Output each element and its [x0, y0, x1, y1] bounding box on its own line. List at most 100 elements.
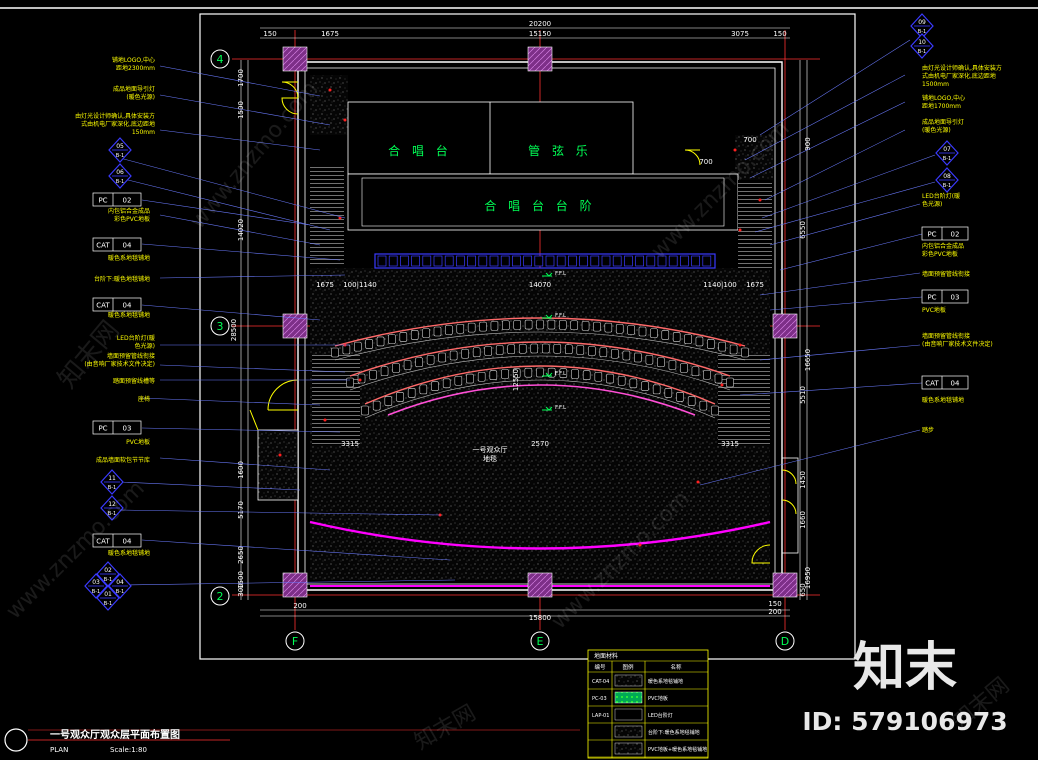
legend-table: 地面材料 编号 图例 名称 CAT-04 暖色系地毯铺地 PC-03 PVC地板 LAP…	[587, 649, 709, 759]
tag-cat-04: CAT 04	[92, 237, 142, 252]
seat	[426, 354, 435, 365]
hall-floor	[310, 268, 770, 580]
seat	[680, 255, 689, 267]
svg-text:PC: PC	[98, 197, 107, 205]
annotation-note: 墙面预留管线衔接	[922, 270, 970, 278]
seat	[518, 344, 527, 354]
svg-text:B-1: B-1	[116, 589, 124, 595]
seat	[467, 322, 476, 333]
seat	[702, 255, 712, 267]
seat	[657, 357, 665, 368]
right-aisle-stairs	[718, 355, 770, 445]
annotation-note: 铺地LOGO,中心距地2300mm	[112, 56, 155, 72]
seat	[342, 344, 351, 355]
seat	[403, 360, 412, 370]
dim-lower-right: 3315	[721, 440, 739, 448]
annotation-note: 踏步	[922, 426, 934, 434]
room-label-hall-sub: 地毯	[483, 454, 497, 463]
seat	[579, 255, 588, 267]
dim-mid-total: 14070	[529, 281, 551, 289]
svg-text:04: 04	[116, 579, 124, 586]
annotation-note: 内包铝合金成品彩色PVC地板	[922, 242, 964, 258]
svg-text:B-1: B-1	[943, 156, 951, 162]
dim-right-vertical: 16650	[804, 349, 812, 371]
tag-pc-03: PC 03	[92, 420, 142, 435]
seat	[601, 255, 611, 267]
seat	[699, 400, 708, 411]
annotation-note: 暖色系地毯铺地	[108, 311, 150, 319]
svg-text:03: 03	[951, 294, 960, 302]
seat	[399, 332, 408, 342]
seat	[622, 350, 631, 361]
annotation-note: 台阶下:暖色地毯铺地	[94, 275, 150, 283]
seat	[634, 352, 642, 363]
svg-text:04: 04	[123, 302, 132, 310]
upper-left-vestibule	[310, 75, 348, 135]
seat	[672, 332, 681, 342]
seat	[472, 347, 481, 358]
seat	[502, 320, 510, 331]
legend-header: 图例	[622, 663, 634, 671]
detail-symbol-08: 08 B-1	[935, 167, 959, 193]
seat	[590, 255, 600, 267]
dim-right-vertical: 900	[804, 137, 812, 150]
seat	[676, 392, 684, 402]
seat	[599, 347, 608, 358]
annotation-note: 暖色系地毯铺地	[108, 254, 150, 262]
seat	[641, 381, 649, 391]
seat	[478, 255, 488, 267]
svg-text:CAT: CAT	[96, 302, 110, 310]
detail-symbol-10: 10 B-1	[910, 33, 934, 59]
seat	[565, 344, 573, 355]
seat	[534, 255, 544, 267]
seat	[524, 367, 533, 378]
svg-text:07: 07	[943, 146, 951, 153]
dim-mid-seg: 100|1140	[343, 281, 377, 289]
seat	[530, 343, 539, 354]
column	[772, 572, 798, 598]
tag-pc-02: PC 02	[921, 226, 969, 241]
level-mark: F.F.L	[555, 371, 567, 377]
legend-code: CAT-04	[592, 679, 609, 685]
legend-code: LAP-01	[592, 713, 609, 719]
left-upper-stairs	[310, 165, 344, 267]
seat	[495, 345, 504, 355]
seat	[646, 255, 656, 267]
watermark-site: 知末网	[411, 701, 481, 756]
column	[527, 46, 553, 72]
annotation-note: 成品地面导引灯(暖色光源)	[113, 85, 155, 101]
legend-code: PC-03	[592, 696, 607, 702]
seat	[576, 345, 585, 355]
axis-label-2: 2	[217, 590, 224, 603]
seat	[684, 334, 692, 344]
seat	[479, 321, 487, 332]
svg-text:01: 01	[104, 591, 112, 598]
seat	[433, 326, 442, 337]
svg-text:B-1: B-1	[943, 183, 951, 189]
svg-text:B-1: B-1	[92, 589, 100, 595]
room-label-hall: 一号观众厅	[473, 446, 508, 454]
svg-text:02: 02	[951, 231, 960, 239]
annotation-note: LED台阶灯(暖色光源)	[922, 192, 960, 208]
axis-label-e: E	[537, 635, 544, 648]
annotation-note: 铺地LOGO,中心距地1700mm	[922, 94, 965, 110]
seat	[624, 255, 633, 267]
seat	[369, 369, 377, 380]
room-label-platform: 合 唱 台 台 阶	[484, 198, 595, 213]
seat	[615, 323, 624, 334]
seat	[431, 381, 439, 391]
legend-name: PVC地板	[648, 695, 668, 702]
seat	[376, 336, 385, 347]
dim-lower-left: 3315	[341, 440, 359, 448]
seat	[680, 363, 688, 373]
seat	[695, 336, 704, 347]
seat	[588, 346, 596, 356]
seat	[559, 320, 567, 330]
room-label-chorus: 合 唱 台	[388, 143, 452, 158]
svg-text:03: 03	[92, 579, 100, 586]
annotation-note: 成品墙面软包节节库	[96, 456, 150, 464]
seat	[726, 377, 734, 388]
seat	[604, 322, 613, 333]
seat	[456, 255, 465, 267]
seat	[407, 388, 416, 398]
